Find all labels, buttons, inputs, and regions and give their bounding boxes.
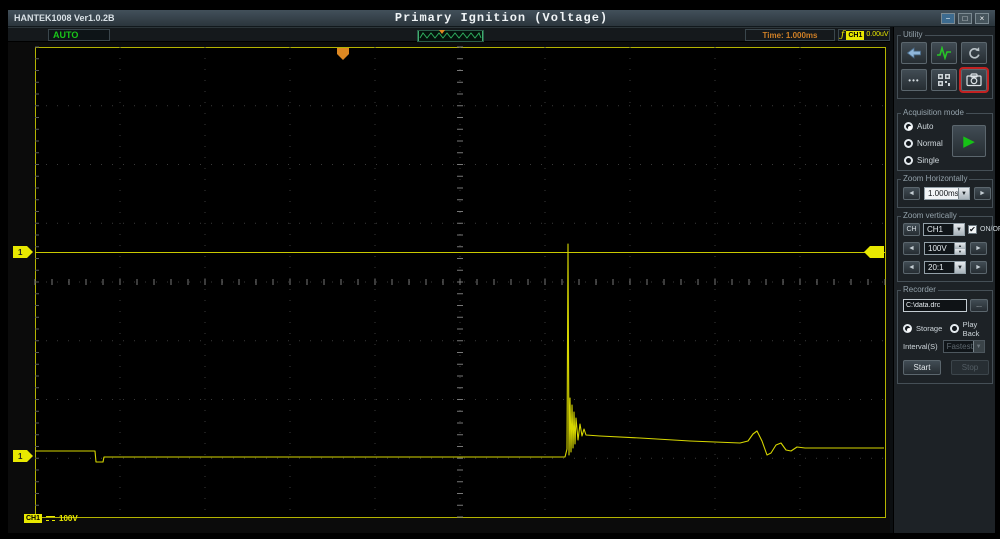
trigger-level-marker-label: 1 xyxy=(18,248,23,257)
probe-ratio-increase-button[interactable]: ► xyxy=(970,261,987,274)
volts-increase-button[interactable]: ► xyxy=(970,242,987,255)
spinner-arrows[interactable]: ▲ ▼ xyxy=(954,243,965,255)
zoom-vertical-group: Zoom vertically CH CH1 ▼ ✔ ON/OFF ◄ 100V… xyxy=(897,211,1000,282)
play-icon: ▶ xyxy=(963,132,975,150)
scope-plot: 11 xyxy=(13,46,886,518)
dropdown-arrow-icon[interactable]: ▼ xyxy=(958,188,969,199)
back-arrow-icon xyxy=(906,47,921,59)
zoom-horizontal-group: Zoom Horizontally ◄ 1.000ms ▼ ► xyxy=(897,174,993,208)
trigger-level-marker[interactable] xyxy=(13,246,33,258)
spin-down-icon[interactable]: ▼ xyxy=(955,249,965,255)
radio-normal-icon xyxy=(904,139,913,148)
channel-badge: CH1 xyxy=(24,514,43,523)
ch1-position-marker[interactable] xyxy=(13,450,33,462)
ellipsis-icon: ••• xyxy=(908,75,920,85)
qr-code-button[interactable] xyxy=(931,69,957,91)
pulse-icon xyxy=(937,46,951,60)
stop-record-button: Stop xyxy=(951,360,989,375)
zoom-horizontal-label: Zoom Horizontally xyxy=(901,174,970,183)
toolbar: AUTO Time: 1.000ms ƒ CH1 0.00uV xyxy=(8,27,890,42)
probe-ratio-select[interactable]: 20:1 ▼ xyxy=(924,261,966,274)
browse-button[interactable]: ... xyxy=(970,299,988,312)
back-button[interactable] xyxy=(901,42,927,64)
timebase-display: Time: 1.000ms xyxy=(745,29,835,41)
utility-group: Utility ••• xyxy=(897,30,993,99)
recorder-label: Recorder xyxy=(901,285,938,294)
dropdown-arrow-icon[interactable]: ▼ xyxy=(954,262,965,273)
title-bar: HANTEK1008 Ver1.0.2B Primary Ignition (V… xyxy=(8,10,995,27)
dc-coupling-icon xyxy=(46,516,56,521)
waveform-button[interactable] xyxy=(931,42,957,64)
timebase-decrease-button[interactable]: ◄ xyxy=(903,187,920,200)
probe-ratio-decrease-button[interactable]: ◄ xyxy=(903,261,920,274)
control-panel: Utility ••• Acquisition mode Auto Normal… xyxy=(893,27,1000,533)
volts-per-div-spinner[interactable]: 100V ▲ ▼ xyxy=(924,242,966,255)
interval-label: Interval(S) xyxy=(903,342,938,351)
channel-off-button[interactable]: CH xyxy=(903,223,920,236)
radio-auto[interactable]: Auto xyxy=(904,120,943,133)
waveform-preview-graphic xyxy=(417,30,484,42)
refresh-button[interactable] xyxy=(961,42,987,64)
page-title: Primary Ignition (Voltage) xyxy=(394,11,609,25)
start-record-button[interactable]: Start xyxy=(903,360,941,375)
onoff-label: ON/OFF xyxy=(980,226,1000,233)
zoom-vertical-label: Zoom vertically xyxy=(901,211,959,220)
utility-group-label: Utility xyxy=(901,30,925,39)
radio-normal[interactable]: Normal xyxy=(904,137,943,150)
channel-select[interactable]: CH1 ▼ xyxy=(923,223,965,236)
app-window: HANTEK1008 Ver1.0.2B Primary Ignition (V… xyxy=(8,10,1000,533)
trigger-source-badge: CH1 xyxy=(846,30,865,40)
dropdown-arrow-icon[interactable]: ▼ xyxy=(953,224,964,235)
channel-onoff-checkbox[interactable]: ✔ xyxy=(968,225,977,234)
close-button[interactable]: × xyxy=(975,13,989,24)
radio-single-icon xyxy=(904,156,913,165)
screenshot-button[interactable] xyxy=(959,67,989,93)
timebase-increase-button[interactable]: ► xyxy=(974,187,991,200)
acquisition-status-badge: AUTO xyxy=(48,29,110,41)
radio-playback[interactable]: Play Back xyxy=(950,320,992,338)
maximize-button[interactable]: □ xyxy=(958,13,972,24)
acquisition-mode-group: Acquisition mode Auto Normal Single ▶ xyxy=(897,108,993,171)
window-controls: − □ × xyxy=(941,13,989,24)
channel-readout: CH1 100V xyxy=(24,514,78,523)
interval-select: Fastest ▼ xyxy=(942,340,985,353)
recorder-group: Recorder ... Storage Play Back Interval(… xyxy=(897,285,993,384)
trigger-info-box: ƒ CH1 0.00uV xyxy=(838,29,890,41)
dropdown-arrow-icon: ▼ xyxy=(972,341,984,352)
volts-decrease-button[interactable]: ◄ xyxy=(903,242,920,255)
record-path-input[interactable] xyxy=(903,299,967,312)
more-options-button[interactable]: ••• xyxy=(901,69,927,91)
run-button[interactable]: ▶ xyxy=(952,125,986,157)
trigger-level-value: 0.00uV xyxy=(866,31,889,38)
radio-playback-icon xyxy=(950,324,959,333)
minimize-button[interactable]: − xyxy=(941,13,955,24)
acquisition-mode-label: Acquisition mode xyxy=(901,108,966,117)
waveform-preview[interactable] xyxy=(417,29,484,42)
radio-single[interactable]: Single xyxy=(904,154,943,167)
qr-code-icon xyxy=(938,74,950,86)
ch1-position-marker-label: 1 xyxy=(18,452,23,461)
radio-auto-icon xyxy=(904,122,913,131)
timebase-select[interactable]: 1.000ms ▼ xyxy=(924,187,970,200)
camera-icon xyxy=(966,73,982,87)
refresh-icon xyxy=(968,46,980,59)
radio-storage-icon xyxy=(903,324,912,333)
trigger-slope-icon: ƒ xyxy=(841,30,845,40)
radio-storage[interactable]: Storage xyxy=(903,322,942,335)
volts-per-div-value: 100V xyxy=(59,514,78,523)
oscilloscope-display: 11 CH1 100V xyxy=(8,42,890,533)
